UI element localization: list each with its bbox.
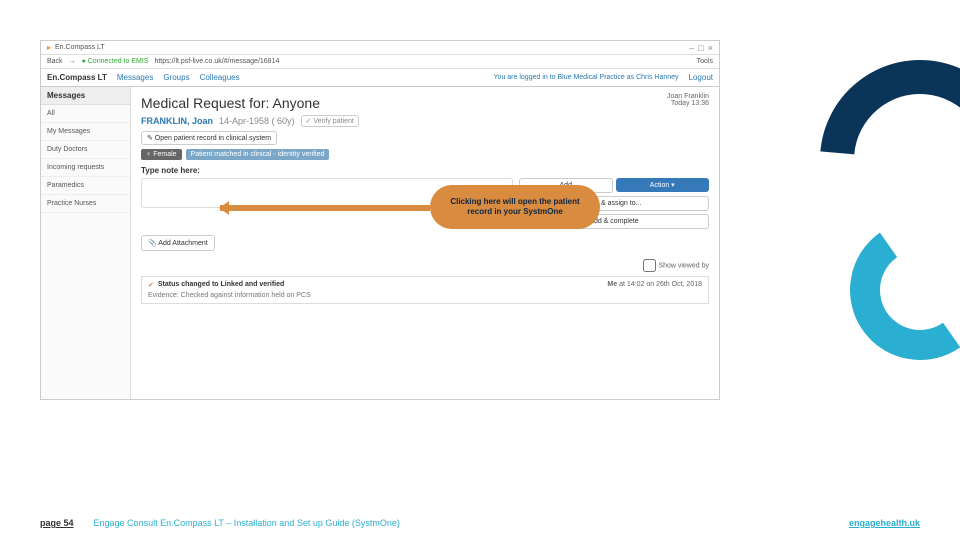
message-author-info: Joan Franklin Today 13:36 [667,93,709,107]
sidebar-item-duty-doctors[interactable]: Duty Doctors [41,141,130,159]
status-meta: Me at 14:02 on 26th Oct, 2018 [607,281,702,289]
status-evidence: Evidence: Checked against information he… [148,292,702,299]
favicon: ▸ [47,43,51,52]
main-content: Joan Franklin Today 13:36 Medical Reques… [131,87,719,399]
app-brand: En.Compass LT [47,73,107,82]
check-icon: ✔ [148,281,154,289]
add-attachment-button[interactable]: 📎 Add Attachment [141,235,215,251]
sidebar-item-practice-nurses[interactable]: Practice Nurses [41,195,130,213]
app-navbar: En.Compass LT Messages Groups Colleagues… [41,69,719,87]
nav-messages[interactable]: Messages [117,73,153,82]
nav-groups[interactable]: Groups [163,73,189,82]
show-viewed-toggle[interactable]: Show viewed by [141,259,709,272]
close-icon[interactable]: × [708,43,713,53]
browser-toolbar: Back → ● Connected to EMIS https://lt.ps… [41,55,719,69]
gender-badge: ♀ Female [141,149,182,160]
sidebar: Messages All My Messages Duty Doctors In… [41,87,131,399]
back-button[interactable]: Back [47,58,63,65]
tools-menu[interactable]: Tools [697,58,713,65]
nav-colleagues[interactable]: Colleagues [200,73,240,82]
app-screenshot: ▸ En.Compass LT – □ × Back → ● Connected… [40,40,720,400]
maximize-icon[interactable]: □ [698,43,703,53]
brand-logo-e [820,60,960,280]
verify-patient-button[interactable]: ✓ Verify patient [301,115,359,127]
page-number: page 54 [40,518,74,528]
patient-name: FRANKLIN, Joan [141,116,213,126]
action-menu-button[interactable]: Action ▾ [616,178,710,192]
page-title: Medical Request for: Anyone [141,95,709,111]
url-display[interactable]: https://lt.psf-live.co.uk/#/message/1681… [154,58,279,65]
sidebar-item-all[interactable]: All [41,105,130,123]
sidebar-item-paramedics[interactable]: Paramedics [41,177,130,195]
logout-link[interactable]: Logout [689,73,713,82]
status-entry: ✔ Status changed to Linked and verified … [141,276,709,304]
login-status: You are logged in to Blue Medical Practi… [494,74,679,81]
patient-dob: 14-Apr-1958 ( 60y) [219,116,295,126]
sidebar-header: Messages [41,87,130,105]
emis-status: ● Connected to EMIS [82,58,149,65]
tab-title: En.Compass LT [55,44,685,51]
slide-footer: page 54 Engage Consult En.Compass LT – I… [0,518,960,528]
status-text: Status changed to Linked and verified [158,281,284,289]
browser-tab-bar: ▸ En.Compass LT – □ × [41,41,719,55]
minimize-icon[interactable]: – [689,43,694,53]
show-viewed-checkbox[interactable] [643,259,656,272]
document-title: Engage Consult En.Compass LT – Installat… [94,518,400,528]
patient-summary: FRANKLIN, Joan 14-Apr-1958 ( 60y) ✓ Veri… [141,115,709,127]
sidebar-item-incoming[interactable]: Incoming requests [41,159,130,177]
note-label: Type note here: [141,166,709,175]
website-link[interactable]: engagehealth.uk [849,518,920,528]
sidebar-item-my-messages[interactable]: My Messages [41,123,130,141]
forward-icon[interactable]: → [69,58,76,65]
open-patient-record-button[interactable]: ✎ Open patient record in clinical system [141,131,277,145]
verified-badge: Patient matched in clinical - identity v… [186,149,330,160]
callout-arrow [220,205,430,211]
callout-bubble: Clicking here will open the patient reco… [430,185,600,229]
